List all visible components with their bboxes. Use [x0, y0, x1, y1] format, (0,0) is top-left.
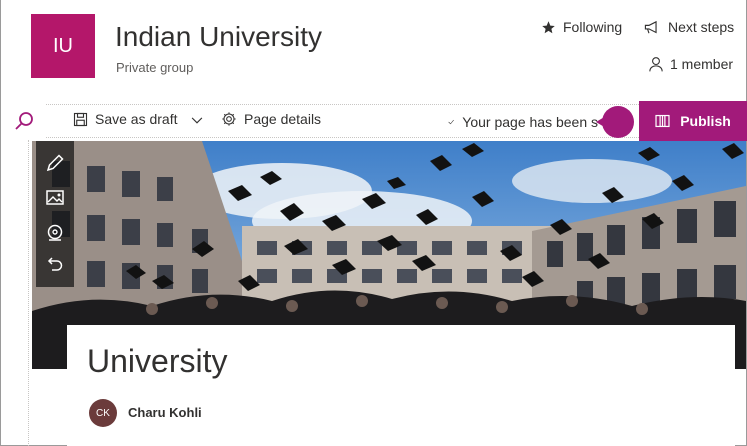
- page-title[interactable]: University: [87, 343, 227, 380]
- checkmark-icon: [448, 119, 454, 125]
- avatar-initials: CK: [96, 407, 110, 419]
- edit-button[interactable]: [44, 152, 66, 174]
- gear-icon: [222, 112, 236, 126]
- following-label: Following: [563, 19, 623, 35]
- reset-icon: [47, 257, 63, 271]
- publish-button[interactable]: Publish: [639, 101, 747, 141]
- chevron-down-icon: [191, 117, 203, 124]
- title-area: University CK Charu Kohli: [67, 325, 735, 446]
- megaphone-icon: [644, 20, 657, 33]
- next-steps-label: Next steps: [668, 19, 735, 35]
- members-label: 1 member: [670, 56, 734, 72]
- image-toolbox: [36, 141, 74, 287]
- publish-label: Publish: [680, 113, 731, 129]
- site-logo[interactable]: IU: [31, 14, 95, 78]
- site-subtitle: Private group: [116, 60, 194, 75]
- save-status-text: Your page has been s: [462, 114, 598, 130]
- change-image-button[interactable]: [44, 187, 66, 209]
- save-as-draft-button[interactable]: Save as draft: [73, 111, 178, 127]
- page-details-label: Page details: [244, 111, 322, 127]
- focal-point-button[interactable]: [44, 222, 66, 244]
- left-divider: [28, 140, 29, 446]
- callout-pointer-icon: [596, 106, 634, 138]
- search-icon: [15, 112, 33, 130]
- following-button[interactable]: Following: [541, 19, 622, 35]
- save-as-draft-label: Save as draft: [95, 111, 178, 127]
- change-image-icon: [46, 190, 64, 205]
- focal-point-icon: [47, 224, 63, 241]
- edit-icon: [46, 154, 64, 172]
- next-steps-button[interactable]: Next steps: [644, 19, 734, 35]
- save-status: Your page has been s: [448, 111, 598, 133]
- avatar[interactable]: CK: [89, 399, 117, 427]
- save-options-dropdown[interactable]: [190, 113, 204, 127]
- members-button[interactable]: 1 member: [649, 56, 733, 72]
- person-icon: [649, 56, 663, 71]
- site-title[interactable]: Indian University: [115, 21, 322, 53]
- page-details-button[interactable]: Page details: [221, 111, 321, 127]
- save-icon: [73, 112, 88, 126]
- site-logo-initials: IU: [53, 34, 73, 57]
- star-icon: [542, 20, 555, 33]
- book-icon: [655, 114, 670, 128]
- reset-button[interactable]: [44, 255, 66, 277]
- author-name[interactable]: Charu Kohli: [128, 405, 202, 420]
- search-button[interactable]: [12, 110, 36, 134]
